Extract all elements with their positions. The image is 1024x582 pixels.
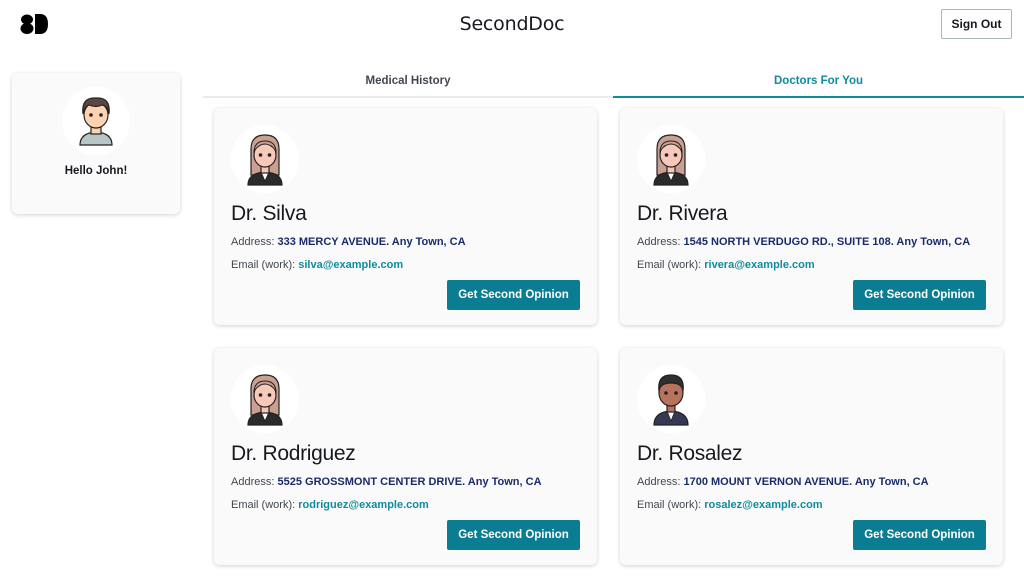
doctor-address: Address: 1545 NORTH VERDUGO RD., SUITE 1…	[637, 236, 970, 248]
doctor-avatar	[231, 365, 299, 433]
doctor-avatar	[231, 125, 299, 193]
main-tabs: Medical History Doctors For You	[203, 66, 1024, 98]
email-link[interactable]: silva@example.com	[298, 259, 403, 271]
female-doctor-avatar-icon	[247, 374, 283, 426]
doctor-name: Dr. Rodriguez	[231, 442, 356, 465]
doctor-email: Email (work): silva@example.com	[231, 259, 403, 271]
doctor-email: Email (work): rosalez@example.com	[637, 499, 823, 511]
email-link[interactable]: rivera@example.com	[704, 259, 814, 271]
doctor-card: Dr. Rodriguez Address: 5525 GROSSMONT CEN…	[214, 348, 597, 565]
email-link[interactable]: rodriguez@example.com	[298, 499, 429, 511]
female-doctor-avatar-icon	[653, 134, 689, 186]
doctor-address: Address: 333 MERCY AVENUE. Any Town, CA	[231, 236, 466, 248]
male-user-avatar-icon	[79, 97, 113, 146]
doctor-email: Email (work): rodriguez@example.com	[231, 499, 429, 511]
email-label: Email (work):	[231, 259, 296, 271]
email-link[interactable]: rosalez@example.com	[704, 499, 822, 511]
app-header: SecondDoc Sign Out	[0, 0, 1024, 50]
email-label: Email (work):	[231, 499, 296, 511]
doctor-name: Dr. Rivera	[637, 202, 728, 225]
address-value: 5525 GROSSMONT CENTER DRIVE. Any Town, C…	[277, 476, 542, 488]
address-label: Address:	[637, 236, 681, 248]
app-title: SecondDoc	[459, 13, 565, 35]
address-value: 1700 MOUNT VERNON AVENUE. Any Town, CA	[683, 476, 929, 488]
tab-medical-history[interactable]: Medical History	[203, 66, 613, 98]
address-label: Address:	[637, 476, 681, 488]
user-avatar	[62, 87, 130, 155]
male-doctor-avatar-icon	[653, 374, 689, 426]
address-value: 333 MERCY AVENUE. Any Town, CA	[277, 236, 466, 248]
get-second-opinion-button[interactable]: Get Second Opinion	[447, 520, 580, 550]
greeting-text: Hello John!	[64, 165, 128, 177]
female-doctor-avatar-icon	[247, 134, 283, 186]
doctor-email: Email (work): rivera@example.com	[637, 259, 815, 271]
doctor-card: Dr. Silva Address: 333 MERCY AVENUE. Any …	[214, 108, 597, 325]
doctor-name: Dr. Rosalez	[637, 442, 743, 465]
doctor-card: Dr. Rosalez Address: 1700 MOUNT VERNON AV…	[620, 348, 1003, 565]
doctor-address: Address: 1700 MOUNT VERNON AVENUE. Any T…	[637, 476, 929, 488]
get-second-opinion-button[interactable]: Get Second Opinion	[853, 520, 986, 550]
doctor-avatar	[637, 125, 705, 193]
tab-doctors-for-you[interactable]: Doctors For You	[613, 66, 1024, 98]
get-second-opinion-button[interactable]: Get Second Opinion	[853, 280, 986, 310]
doctor-address: Address: 5525 GROSSMONT CENTER DRIVE. An…	[231, 476, 542, 488]
doctor-name: Dr. Silva	[231, 202, 307, 225]
address-value: 1545 NORTH VERDUGO RD., SUITE 108. Any T…	[683, 236, 971, 248]
sign-out-button[interactable]: Sign Out	[941, 9, 1012, 39]
address-label: Address:	[231, 476, 275, 488]
doctor-card: Dr. Rivera Address: 1545 NORTH VERDUGO RD…	[620, 108, 1003, 325]
email-label: Email (work):	[637, 499, 702, 511]
profile-card: Hello John!	[12, 73, 180, 214]
email-label: Email (work):	[637, 259, 702, 271]
get-second-opinion-button[interactable]: Get Second Opinion	[447, 280, 580, 310]
address-label: Address:	[231, 236, 275, 248]
doctor-avatar	[637, 365, 705, 433]
